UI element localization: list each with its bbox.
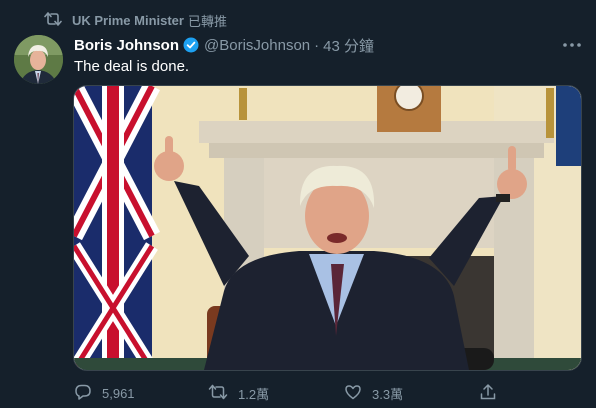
retweet-suffix: 已轉推: [187, 13, 227, 29]
tweet-timestamp[interactable]: 43 分鐘: [323, 35, 374, 56]
tweet-actions: 5,961 1.2萬 3.3萬: [74, 381, 514, 405]
retweet-context: UK Prime Minister 已轉推: [44, 11, 227, 29]
share-button[interactable]: [479, 381, 497, 405]
tweet-header: Boris Johnson @BorisJohnson · 43 分鐘: [74, 35, 374, 55]
tweet-photo[interactable]: [73, 85, 582, 371]
reply-count: 5,961: [102, 385, 135, 401]
retweet-button[interactable]: 1.2萬: [208, 381, 269, 405]
author-name[interactable]: Boris Johnson: [74, 37, 179, 54]
retweeter-name[interactable]: UK Prime Minister: [72, 13, 184, 28]
like-count: 3.3萬: [372, 386, 404, 402]
avatar[interactable]: [14, 35, 63, 84]
like-icon: [344, 383, 362, 404]
tweet-text: The deal is done.: [74, 58, 190, 75]
reply-icon: [74, 383, 92, 404]
verified-badge-icon: [183, 37, 199, 53]
reply-button[interactable]: 5,961: [74, 381, 135, 405]
more-icon[interactable]: [560, 36, 584, 54]
share-icon: [479, 383, 497, 404]
author-handle[interactable]: @BorisJohnson: [204, 37, 310, 54]
retweet-count: 1.2萬: [238, 386, 270, 402]
retweet-icon: [208, 384, 228, 403]
retweet-icon: [44, 11, 62, 29]
like-button[interactable]: 3.3萬: [344, 381, 403, 405]
separator-dot: ·: [314, 36, 320, 54]
